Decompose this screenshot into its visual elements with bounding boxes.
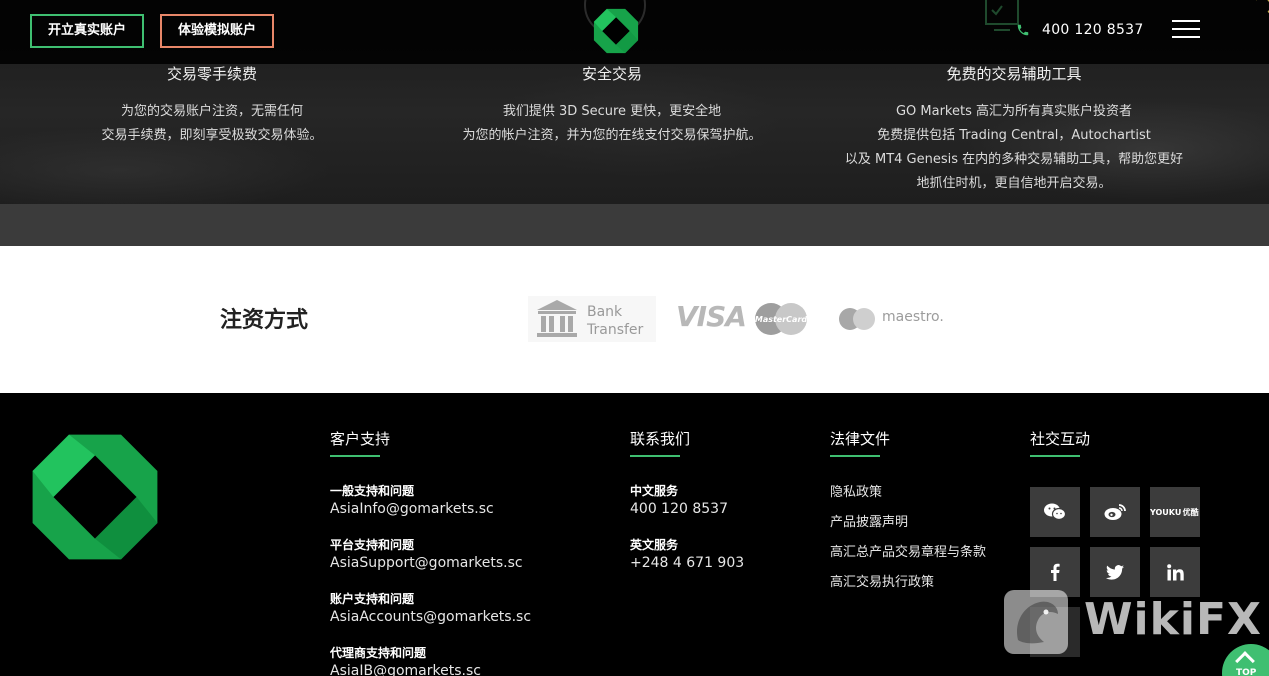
column-title: 联系我们 bbox=[630, 430, 691, 448]
feature-description: GO Markets 高汇为所有真实账户投资者 免费提供包括 Trading C… bbox=[814, 100, 1214, 196]
legal-documents-column: 法律文件 隐私政策 产品披露声明 高汇总产品交易章程与条款 高汇交易执行政策 bbox=[830, 428, 986, 605]
title-underline bbox=[330, 455, 380, 457]
title-underline bbox=[830, 455, 880, 457]
feature-secure-trading: 安全交易 我们提供 3D Secure 更快，更安全地 为您的帐户注资，并为您的… bbox=[432, 64, 792, 148]
feature-title: 安全交易 bbox=[581, 65, 642, 83]
privacy-policy-link[interactable]: 隐私政策 bbox=[830, 485, 986, 515]
phone-contact[interactable]: 400 120 8537 bbox=[1016, 20, 1144, 40]
decorative-curve-icon bbox=[1252, 0, 1269, 16]
feature-line: 以及 MT4 Genesis 在内的多种交易辅助工具，帮助您更好 bbox=[844, 152, 1184, 167]
title-underline bbox=[630, 455, 680, 457]
feature-title: 交易零手续费 bbox=[166, 65, 257, 83]
go-markets-footer-logo[interactable] bbox=[30, 432, 160, 562]
feature-line: 免费提供包括 Trading Central，Autochartist bbox=[877, 128, 1151, 143]
support-email-link[interactable]: AsiaIB@gomarkets.sc bbox=[330, 661, 531, 676]
contact-label: 中文服务 bbox=[630, 484, 679, 498]
maestro-logo: maestro. bbox=[838, 306, 944, 332]
maestro-wordmark: maestro. bbox=[882, 309, 944, 325]
support-entry: 一般支持和问题 AsiaInfo@gomarkets.sc bbox=[330, 483, 531, 537]
feature-line: 地抓住时机，更自信地开启交易。 bbox=[916, 176, 1112, 191]
wechat-icon[interactable] bbox=[1030, 487, 1080, 537]
title-underline bbox=[1030, 455, 1080, 457]
contact-label: 英文服务 bbox=[630, 538, 679, 552]
visa-logo: VISA bbox=[676, 300, 747, 333]
menu-bar bbox=[1172, 28, 1200, 30]
wikifx-watermark: WikiFX bbox=[1004, 588, 1264, 658]
menu-bar bbox=[1172, 36, 1200, 38]
feature-line: 为您的帐户注资，并为您的在线支付交易保驾护航。 bbox=[462, 128, 762, 143]
bank-label-line: Transfer bbox=[587, 322, 644, 338]
bank-transfer-label: Bank Transfer bbox=[587, 303, 643, 339]
legal-links: 隐私政策 产品披露声明 高汇总产品交易章程与条款 高汇交易执行政策 bbox=[830, 485, 986, 605]
feature-line: 我们提供 3D Secure 更快，更安全地 bbox=[502, 104, 722, 119]
linkedin-glyph bbox=[1166, 563, 1184, 580]
phone-number: 400 120 8537 bbox=[1042, 22, 1144, 38]
phone-icon bbox=[1017, 24, 1029, 36]
band-bottom-strip bbox=[0, 204, 1269, 246]
hamburger-menu-icon[interactable] bbox=[1172, 20, 1200, 40]
contact-phone-link[interactable]: +248 4 671 903 bbox=[630, 553, 744, 573]
contact-entries: 中文服务 400 120 8537 英文服务 +248 4 671 903 bbox=[630, 483, 744, 591]
menu-bar bbox=[1172, 20, 1200, 22]
feature-line: GO Markets 高汇为所有真实账户投资者 bbox=[895, 104, 1133, 119]
back-to-top-label: TOP bbox=[1236, 668, 1257, 676]
customer-support-column: 客户支持 一般支持和问题 AsiaInfo@gomarkets.sc 平台支持和… bbox=[330, 428, 531, 676]
facebook-glyph bbox=[1051, 563, 1060, 581]
bank-label-line: Bank bbox=[587, 304, 623, 320]
feature-zero-commission: 交易零手续费 为您的交易账户注资，无需任何 交易手续费，即刻享受极致交易体验。 bbox=[62, 64, 362, 148]
feature-line: 为您的交易账户注资，无需任何 bbox=[120, 104, 303, 119]
go-markets-logo[interactable] bbox=[593, 8, 639, 54]
open-demo-account-button[interactable]: 体验模拟账户 bbox=[160, 14, 275, 48]
twitter-glyph bbox=[1106, 564, 1124, 580]
youku-wordmark: YOUKU 优酷 bbox=[1150, 487, 1200, 537]
youku-icon[interactable]: YOUKU 优酷 bbox=[1150, 487, 1200, 537]
column-title: 法律文件 bbox=[830, 430, 891, 448]
weibo-glyph bbox=[1104, 504, 1126, 520]
support-entries: 一般支持和问题 AsiaInfo@gomarkets.sc 平台支持和问题 As… bbox=[330, 483, 531, 676]
bank-transfer-logo: Bank Transfer bbox=[528, 296, 656, 342]
wikifx-text: WikiFX bbox=[1084, 594, 1262, 645]
contact-phone-link[interactable]: 400 120 8537 bbox=[630, 499, 744, 519]
feature-free-tools: 免费的交易辅助工具 GO Markets 高汇为所有真实账户投资者 免费提供包括… bbox=[814, 64, 1214, 196]
funding-methods-section: 注资方式 Bank Transfer VISA MasterCard maest… bbox=[0, 246, 1269, 393]
youku-text: 优酷 bbox=[1181, 487, 1200, 537]
top-navigation: 开立真实账户 体验模拟账户 400 120 8537 bbox=[0, 0, 1269, 64]
page: 交易零手续费 为您的交易账户注资，无需任何 交易手续费，即刻享受极致交易体验。 … bbox=[0, 0, 1269, 676]
contact-entry: 英文服务 +248 4 671 903 bbox=[630, 537, 744, 591]
feature-description: 我们提供 3D Secure 更快，更安全地 为您的帐户注资，并为您的在线支付交… bbox=[432, 100, 792, 148]
wechat-glyph bbox=[1044, 503, 1066, 521]
support-email-link[interactable]: AsiaInfo@gomarkets.sc bbox=[330, 499, 531, 519]
column-title: 社交互动 bbox=[1030, 430, 1091, 448]
weibo-icon[interactable] bbox=[1090, 487, 1140, 537]
support-label: 代理商支持和问题 bbox=[330, 646, 427, 660]
support-entry: 平台支持和问题 AsiaSupport@gomarkets.sc bbox=[330, 537, 531, 591]
contact-us-column: 联系我们 中文服务 400 120 8537 英文服务 +248 4 671 9… bbox=[630, 428, 744, 591]
feature-title: 免费的交易辅助工具 bbox=[946, 65, 1082, 83]
support-email-link[interactable]: AsiaSupport@gomarkets.sc bbox=[330, 553, 531, 573]
feature-description: 为您的交易账户注资，无需任何 交易手续费，即刻享受极致交易体验。 bbox=[62, 100, 362, 148]
mastercard-logo: MasterCard bbox=[755, 303, 808, 335]
bank-building-icon bbox=[537, 300, 577, 337]
terms-and-conditions-link[interactable]: 高汇总产品交易章程与条款 bbox=[830, 545, 986, 575]
support-email-link[interactable]: AsiaAccounts@gomarkets.sc bbox=[330, 607, 531, 627]
column-title: 客户支持 bbox=[330, 430, 391, 448]
support-label: 一般支持和问题 bbox=[330, 484, 415, 498]
feature-line: 交易手续费，即刻享受极致交易体验。 bbox=[101, 128, 323, 143]
youku-text: YOUKU bbox=[1150, 487, 1182, 537]
support-entry: 账户支持和问题 AsiaAccounts@gomarkets.sc bbox=[330, 591, 531, 645]
wikifx-eagle-icon bbox=[1004, 590, 1068, 654]
support-entry: 代理商支持和问题 AsiaIB@gomarkets.sc bbox=[330, 645, 531, 676]
contact-entry: 中文服务 400 120 8537 bbox=[630, 483, 744, 537]
open-real-account-button[interactable]: 开立真实账户 bbox=[30, 14, 145, 48]
eagle-glyph bbox=[1016, 601, 1058, 644]
product-disclosure-link[interactable]: 产品披露声明 bbox=[830, 515, 986, 545]
support-label: 账户支持和问题 bbox=[330, 592, 415, 606]
maestro-circles-icon bbox=[839, 308, 875, 330]
funding-methods-title: 注资方式 bbox=[220, 308, 309, 333]
support-label: 平台支持和问题 bbox=[330, 538, 415, 552]
execution-policy-link[interactable]: 高汇交易执行政策 bbox=[830, 575, 986, 605]
mastercard-wordmark: MasterCard bbox=[755, 315, 808, 324]
